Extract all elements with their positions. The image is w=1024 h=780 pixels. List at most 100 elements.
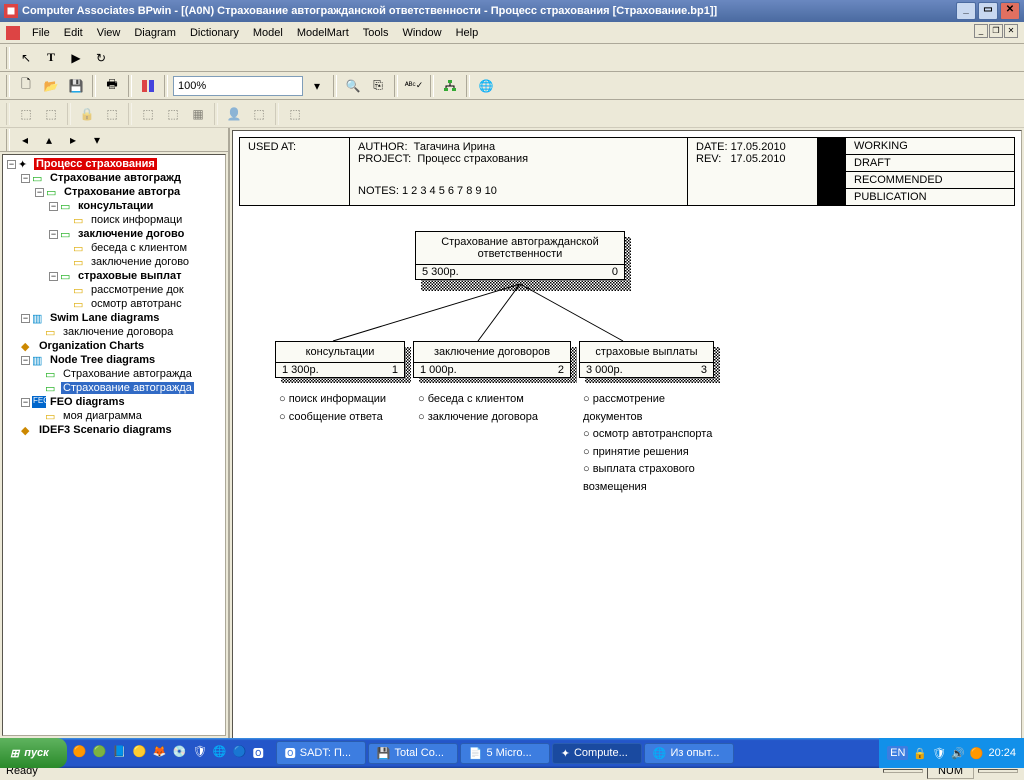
tree-group[interactable]: Node Tree diagrams <box>48 354 157 366</box>
box-contract[interactable]: заключение договоров 1 000р.2 <box>413 341 571 378</box>
menu-model[interactable]: Model <box>247 25 289 41</box>
reports-button[interactable] <box>137 75 159 97</box>
mm-person[interactable]: 👤 <box>223 103 245 125</box>
ql-icon[interactable]: 🟢 <box>93 745 109 761</box>
tree-toolbar: ◂ ▴ ▸ ▾ <box>0 128 228 152</box>
tree-item[interactable]: заключение догово <box>89 256 191 268</box>
tray-icon[interactable]: 🛡 <box>932 747 946 760</box>
menu-window[interactable]: Window <box>396 25 447 41</box>
tree-nav-right[interactable]: ▸ <box>62 129 84 151</box>
ql-icon[interactable]: 🔵 <box>233 745 249 761</box>
tree-group[interactable]: Swim Lane diagrams <box>48 312 161 324</box>
mm-btn5: ⬚ <box>162 103 184 125</box>
ql-icon[interactable]: 📘 <box>113 745 129 761</box>
start-button[interactable]: ⊞ пуск <box>0 738 67 768</box>
zoom-input[interactable] <box>173 76 303 96</box>
spell-button[interactable]: ᴬᴮᶜ✓ <box>403 75 425 97</box>
mdi-restore[interactable]: ❐ <box>989 24 1003 38</box>
tree-item[interactable]: заключение догово <box>76 228 186 240</box>
tree-root[interactable]: Процесс страхования <box>34 158 157 170</box>
tree-item[interactable]: Страхование автогражда <box>61 368 194 380</box>
tree-item[interactable]: беседа с клиентом <box>89 242 189 254</box>
tree-nav-up[interactable]: ▴ <box>38 129 60 151</box>
tree-item[interactable]: моя диаграмма <box>61 410 144 422</box>
play-tool[interactable]: ▶ <box>65 47 87 69</box>
tree-item-selected[interactable]: Страхование автогражда <box>61 382 194 394</box>
tree-item[interactable]: рассмотрение док <box>89 284 186 296</box>
bpwin-icon: ✦ <box>561 747 570 760</box>
task-sadt[interactable]: 🅾SADT: П... <box>276 741 366 765</box>
tray-icon[interactable]: 🟠 <box>970 747 984 760</box>
ql-icon[interactable]: 🟡 <box>133 745 149 761</box>
new-button[interactable]: 🗋 <box>15 75 37 97</box>
task-ie[interactable]: 🌐Из опыт... <box>644 743 734 764</box>
tree-item[interactable]: заключение договора <box>61 326 175 338</box>
tray-clock[interactable]: 20:24 <box>988 747 1016 759</box>
mdi-minimize[interactable]: _ <box>974 24 988 38</box>
menu-tools[interactable]: Tools <box>357 25 395 41</box>
menu-edit[interactable]: Edit <box>58 25 89 41</box>
maximize-button[interactable]: ▭ <box>978 2 998 20</box>
task-word[interactable]: 📄5 Micro... <box>460 743 550 764</box>
redo-tool[interactable]: ↻ <box>90 47 112 69</box>
menu-modelmart[interactable]: ModelMart <box>291 25 355 41</box>
mm-btn3: ⬚ <box>101 103 123 125</box>
minimize-button[interactable]: _ <box>956 2 976 20</box>
status-publication: PUBLICATION <box>846 189 1014 205</box>
tree-item[interactable]: Страхование автогра <box>62 186 182 198</box>
print-button[interactable]: 🖶 <box>101 75 123 97</box>
pointer-tool[interactable]: ↖ <box>15 47 37 69</box>
text-tool[interactable]: T <box>40 47 62 69</box>
mdi-close[interactable]: ✕ <box>1004 24 1018 38</box>
tree-item[interactable]: Страхование автогражд <box>48 172 183 184</box>
menu-file[interactable]: File <box>26 25 56 41</box>
toolbar-main: 🗋 📂 💾 🖶 ▾ 🔍 ⎘ ᴬᴮᶜ✓ 🌐 <box>0 72 1024 100</box>
tray-icon[interactable]: 🔊 <box>951 747 965 760</box>
browser-button[interactable]: 🌐 <box>475 75 497 97</box>
save-button[interactable]: 💾 <box>65 75 87 97</box>
tree-item[interactable]: поиск информаци <box>89 214 184 226</box>
lang-indicator[interactable]: EN <box>887 746 908 760</box>
tree-group[interactable]: FEO diagrams <box>48 396 127 408</box>
mm-lock: 🔒 <box>76 103 98 125</box>
opera-icon: 🅾 <box>285 745 296 761</box>
close-button[interactable]: ✕ <box>1000 2 1020 20</box>
ql-icon[interactable]: 🌐 <box>213 745 229 761</box>
ql-icon[interactable]: 🛡 <box>193 745 209 761</box>
task-totalcmd[interactable]: 💾Total Co... <box>368 743 458 764</box>
menu-dictionary[interactable]: Dictionary <box>184 25 245 41</box>
tree-group[interactable]: Organization Charts <box>37 340 146 352</box>
diagram-canvas[interactable]: USED AT: AUTHOR: Тагачина Ирина PROJECT:… <box>232 130 1022 758</box>
windows-icon: ⊞ <box>10 747 19 760</box>
menu-diagram[interactable]: Diagram <box>128 25 182 41</box>
zoom-in-button[interactable]: 🔍 <box>342 75 364 97</box>
task-bpwin[interactable]: ✦Compute... <box>552 743 642 764</box>
box-root[interactable]: Страхование автогражданской ответственно… <box>415 231 625 280</box>
tree-item[interactable]: консультации <box>76 200 155 212</box>
tray-icon[interactable]: 🔒 <box>913 747 927 760</box>
quick-launch: 🟠 🟢 📘 🟡 🦊 💿 🛡 🌐 🔵 🅾 <box>67 745 275 761</box>
open-button[interactable]: 📂 <box>40 75 62 97</box>
sidebar: ◂ ▴ ▸ ▾ −✦Процесс страхования −▭Страхова… <box>0 128 230 760</box>
zoom-page-button[interactable]: ⎘ <box>367 75 389 97</box>
ql-icon[interactable]: 💿 <box>173 745 189 761</box>
box-payout[interactable]: страховые выплаты 3 000р.3 <box>579 341 714 378</box>
menu-help[interactable]: Help <box>450 25 485 41</box>
tree-item[interactable]: страховые выплат <box>76 270 184 282</box>
menu-bar: File Edit View Diagram Dictionary Model … <box>0 22 1024 44</box>
header-author: Тагачина Ирина <box>414 141 495 153</box>
tree-button[interactable] <box>439 75 461 97</box>
tree-nav-left[interactable]: ◂ <box>14 129 36 151</box>
mm-btn6: ▦ <box>187 103 209 125</box>
ql-icon[interactable]: 🟠 <box>73 745 89 761</box>
model-tree[interactable]: −✦Процесс страхования −▭Страхование авто… <box>2 154 226 736</box>
tree-group[interactable]: IDEF3 Scenario diagrams <box>37 424 174 436</box>
box-consult[interactable]: консультации 1 300р.1 <box>275 341 405 378</box>
tree-nav-down[interactable]: ▾ <box>86 129 108 151</box>
ql-icon[interactable]: 🦊 <box>153 745 169 761</box>
tree-item[interactable]: осмотр автотранс <box>89 298 184 310</box>
zoom-dropdown[interactable]: ▾ <box>306 75 328 97</box>
menu-view[interactable]: View <box>91 25 127 41</box>
ql-icon[interactable]: 🅾 <box>253 745 269 761</box>
header-used-at: USED AT: <box>240 138 350 205</box>
